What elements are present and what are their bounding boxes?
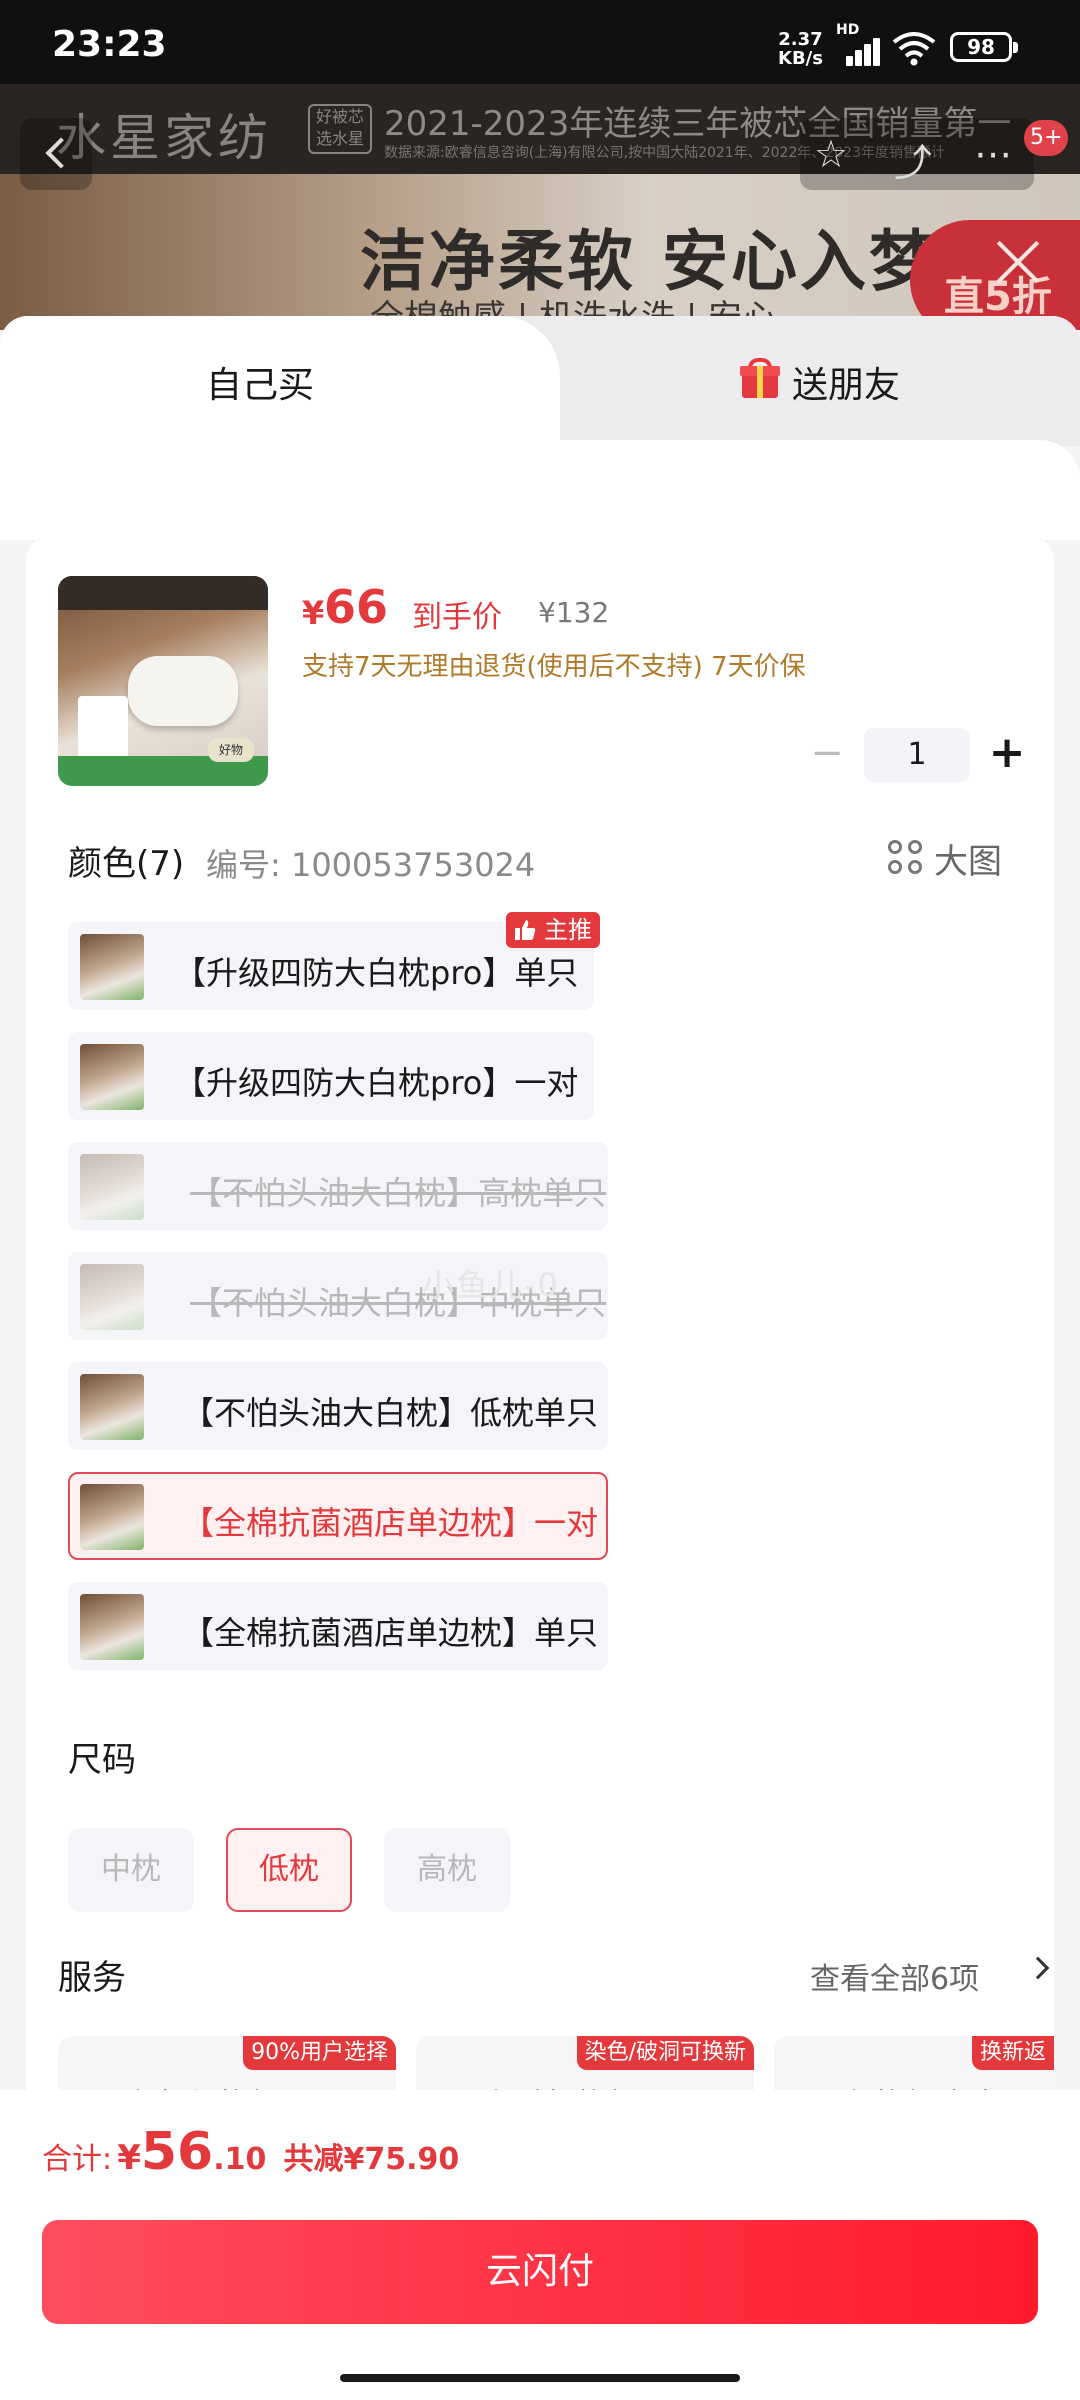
color-option-1[interactable]: 【升级四防大白枕pro】单只 主推 (68, 912, 600, 1010)
service-section-title: 服务 (58, 1958, 126, 1998)
chevron-right-icon (1026, 1956, 1050, 1980)
close-icon[interactable] (990, 234, 1046, 290)
size-option-high[interactable]: 高枕 (384, 1828, 510, 1912)
size-option-medium[interactable]: 中枕 (68, 1828, 194, 1912)
big-image-label: 大图 (934, 842, 1002, 882)
color-section-title: 颜色(7) (68, 844, 185, 884)
total-label: 合计: (42, 2142, 113, 2177)
color-option-6[interactable]: 【全棉抗菌酒店单边枕】一对 (68, 1472, 608, 1560)
tab-gift-label: 送朋友 (792, 365, 901, 406)
price-value: 66 (324, 580, 389, 634)
tab-self-buy-label: 自己买 (206, 365, 315, 406)
background-action-group: ☆ ⤴ ⋯ (800, 118, 1034, 190)
option-thumbnail (80, 1484, 144, 1550)
size-option-low[interactable]: 低枕 (226, 1828, 352, 1912)
purchase-sheet: 自己买 送朋友 好物 ¥ 66 到手价 ¥132 支持7天无理由退货(使用后不支… (0, 316, 1080, 2090)
service-card-1[interactable]: 2年损坏换新 ¥10 90%用户选择 (58, 2036, 396, 2090)
view-all-services[interactable]: 查看全部6项 (810, 1954, 979, 1998)
grid-icon (888, 840, 924, 876)
option-thumbnail (80, 1374, 144, 1440)
thumbnail-badge: 好物 (208, 738, 254, 762)
color-option-label: 【升级四防大白枕pro】单只 (174, 954, 579, 992)
decrease-button[interactable]: − (800, 728, 854, 782)
wifi-icon (892, 30, 936, 66)
option-thumbnail (80, 1594, 144, 1660)
total-integer: 56 (140, 2122, 214, 2182)
star-icon[interactable]: ☆ (814, 132, 848, 176)
price-currency: ¥ (302, 594, 325, 632)
total-reduction: 共减¥75.90 (283, 2142, 460, 2177)
network-type: HD (836, 22, 860, 38)
status-time: 23:23 (52, 24, 167, 65)
option-thumbnail (80, 934, 144, 1000)
recommended-badge-label: 主推 (544, 916, 592, 944)
total-row: 合计: ¥56.10 共减¥75.90 (42, 2122, 459, 2192)
price-label: 到手价 (412, 600, 502, 635)
color-option-label: 【全棉抗菌酒店单边枕】单只 (182, 1614, 599, 1652)
increase-button[interactable]: + (980, 728, 1034, 782)
sku-code: 编号: 100053753024 (206, 846, 536, 884)
pay-button[interactable]: 云闪付 (42, 2220, 1038, 2324)
quantity-value[interactable]: 1 (864, 728, 970, 782)
product-card: 好物 ¥ 66 到手价 ¥132 支持7天无理由退货(使用后不支持) 7天价保 … (26, 536, 1054, 2090)
color-option-7[interactable]: 【全棉抗菌酒店单边枕】单只 (68, 1582, 608, 1670)
service-badge: 换新返 (971, 2036, 1054, 2070)
color-option-label: 【升级四防大白枕pro】一对 (174, 1064, 579, 1102)
service-title: 2年破损换新 ¥12 (468, 2080, 704, 2090)
more-icon[interactable]: ⋯ (974, 132, 1012, 176)
quantity-stepper: − 1 + (800, 728, 1048, 782)
back-icon[interactable] (20, 118, 92, 190)
recommended-badge: 主推 (506, 912, 600, 948)
color-option-label: 【不怕头油大白枕】低枕单只 (182, 1394, 599, 1432)
product-thumbnail[interactable]: 好物 (58, 576, 268, 786)
service-card-2[interactable]: 2年破损换新 ¥12 染色/破洞可换新 (416, 2036, 754, 2090)
network-speed: 2.37 KB/s (778, 30, 823, 68)
tab-self-buy[interactable]: 自己买 (0, 316, 560, 502)
home-indicator[interactable] (340, 2374, 740, 2382)
network-speed-unit: KB/s (778, 48, 823, 69)
gift-icon (740, 358, 780, 398)
color-option-label: 【不怕头油大白枕】高枕单只 (190, 1174, 607, 1212)
original-price: ¥132 (538, 596, 610, 629)
cart-count-badge: 5+ (1024, 120, 1069, 156)
guarantee-text: 支持7天无理由退货(使用后不支持) 7天价保 (302, 652, 806, 682)
battery-icon: 98 (950, 32, 1018, 62)
size-section-title: 尺码 (68, 1740, 136, 1780)
service-card-3[interactable]: 1年换新补贴 ¥ 换新返 (774, 2036, 1054, 2090)
share-icon[interactable]: ⤴ (894, 132, 932, 187)
service-title: 2年损坏换新 ¥10 (110, 2080, 346, 2090)
service-title: 1年换新补贴 ¥ (826, 2080, 1024, 2090)
total-currency: ¥ (117, 2138, 141, 2178)
service-badge: 90%用户选择 (243, 2036, 396, 2070)
total-decimal: .10 (213, 2142, 267, 2177)
status-bar: 23:23 2.37 KB/s HD 98 (0, 0, 1080, 84)
service-badge: 染色/破洞可换新 (576, 2036, 754, 2070)
color-option-5[interactable]: 【不怕头油大白枕】低枕单只 (68, 1362, 608, 1450)
color-option-3[interactable]: 【不怕头油大白枕】高枕单只 (68, 1142, 608, 1230)
option-thumbnail (80, 1154, 144, 1220)
watermark: 小鱼儿-0 (422, 1266, 560, 1304)
network-speed-value: 2.37 (778, 29, 823, 50)
tab-gift[interactable]: 送朋友 (700, 336, 960, 426)
color-option-label: 【全棉抗菌酒店单边枕】一对 (182, 1504, 599, 1542)
thumbs-up-icon (515, 920, 536, 940)
color-option-2[interactable]: 【升级四防大白枕pro】一对 (68, 1032, 594, 1120)
option-thumbnail (80, 1264, 144, 1330)
option-thumbnail (80, 1044, 144, 1110)
background-brand-badge: 好被芯 选水星 (308, 104, 372, 154)
signal-icon: HD (836, 22, 882, 66)
